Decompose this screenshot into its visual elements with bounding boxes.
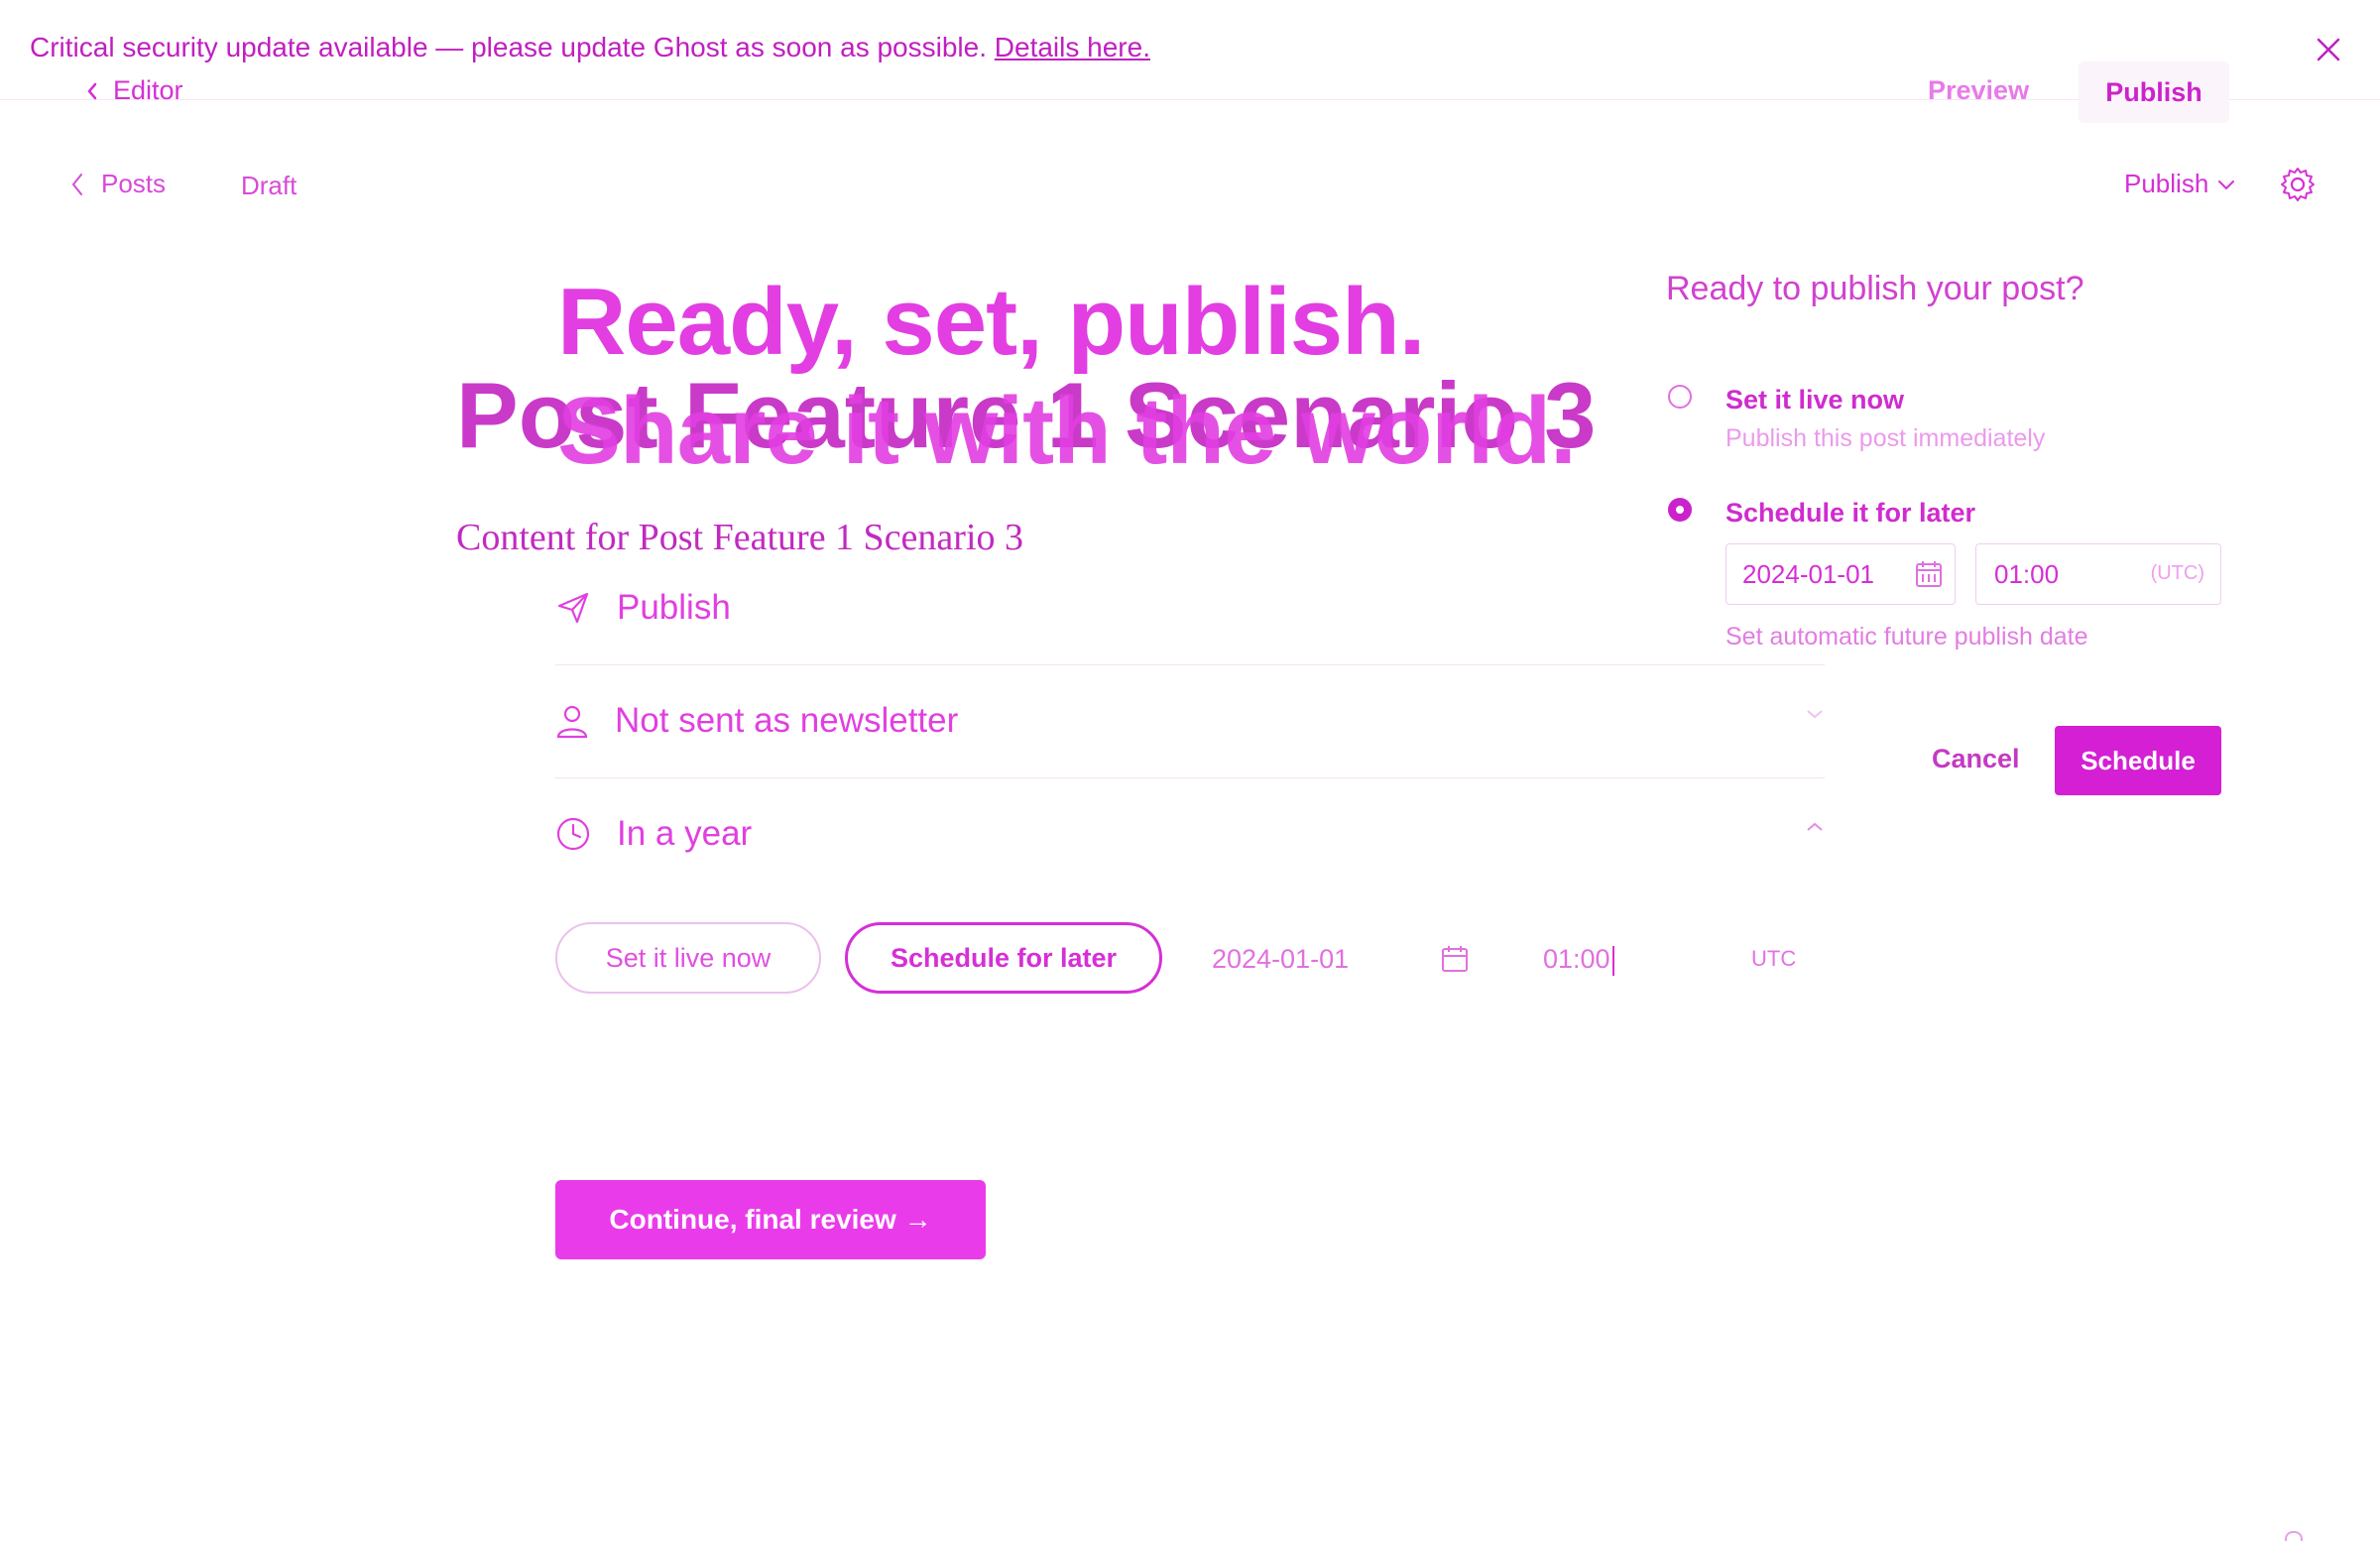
newsletter-option-row[interactable]: Not sent as newsletter	[555, 664, 1825, 778]
banner-text: Critical security update available — ple…	[30, 32, 987, 62]
clock-icon	[556, 817, 590, 851]
back-label: Editor	[113, 75, 183, 105]
set-live-now-description: Publish this post immediately	[1726, 424, 2046, 452]
schedule-button[interactable]: Schedule	[2055, 726, 2221, 795]
close-icon[interactable]	[2311, 32, 2346, 67]
publish-option-label: Publish	[617, 588, 731, 627]
help-widget-edge[interactable]	[2285, 1531, 2303, 1541]
posts-label: Posts	[101, 169, 167, 198]
popover-time-value: 01:00	[1994, 558, 2060, 589]
schedule-for-later-button[interactable]: Schedule for later	[845, 922, 1162, 994]
calendar-icon	[1916, 561, 1942, 587]
timezone-label: UTC	[1751, 946, 1797, 971]
back-to-editor-link[interactable]: Editor	[85, 75, 183, 106]
popover-date-field[interactable]: 2024-01-01	[1726, 543, 1956, 605]
flow-title-line2: Share it with the world.	[557, 378, 1577, 485]
popover-timezone: (UTC)	[2150, 562, 2204, 584]
set-live-now-button[interactable]: Set it live now	[555, 922, 821, 994]
popover-title: Ready to publish your post?	[1666, 270, 2084, 307]
chevron-left-icon	[71, 173, 82, 195]
popover-time-field[interactable]: 01:00 (UTC)	[1975, 543, 2221, 605]
user-icon	[556, 705, 588, 739]
publish-dropdown[interactable]: Publish	[2124, 169, 2236, 199]
publish-time-input[interactable]: 01:00	[1543, 944, 1614, 976]
publish-date-input[interactable]: 2024-01-01	[1212, 944, 1349, 975]
post-status: Draft	[241, 171, 298, 200]
chevron-down-icon	[1807, 710, 1823, 719]
schedule-option-row[interactable]: In a year	[555, 777, 1825, 890]
continue-final-review-button[interactable]: Continue, final review →	[555, 1180, 986, 1259]
schedule-later-label[interactable]: Schedule it for later	[1726, 498, 1975, 529]
send-icon	[557, 592, 589, 624]
flow-title-line1: Ready, set, publish.	[557, 269, 1425, 375]
posts-breadcrumb[interactable]: Posts	[69, 169, 166, 199]
schedule-option-label: In a year	[617, 814, 753, 853]
set-live-now-radio[interactable]	[1668, 385, 1692, 409]
chevron-down-icon	[2218, 179, 2235, 189]
banner-message: Critical security update available — ple…	[30, 32, 1150, 63]
popover-date-help: Set automatic future publish date	[1726, 623, 2088, 651]
set-live-now-label[interactable]: Set it live now	[1726, 385, 1904, 415]
schedule-later-radio[interactable]	[1668, 498, 1692, 522]
preview-button[interactable]: Preview	[1928, 75, 2029, 106]
calendar-icon[interactable]	[1440, 944, 1470, 974]
publish-dropdown-label: Publish	[2124, 169, 2209, 198]
popover-date-value: 2024-01-01	[1742, 558, 1874, 589]
chevron-left-icon	[87, 82, 97, 99]
gear-icon[interactable]	[2279, 166, 2317, 203]
banner-details-link[interactable]: Details here.	[995, 32, 1150, 62]
chevron-up-icon	[1807, 822, 1823, 831]
newsletter-option-label: Not sent as newsletter	[615, 701, 959, 740]
publish-option-row[interactable]: Publish	[555, 551, 1825, 665]
publish-flow-title: Ready, set, publish. Share it with the w…	[557, 268, 1577, 487]
cancel-button[interactable]: Cancel	[1932, 744, 2020, 774]
publish-top-button[interactable]: Publish	[2079, 61, 2229, 123]
